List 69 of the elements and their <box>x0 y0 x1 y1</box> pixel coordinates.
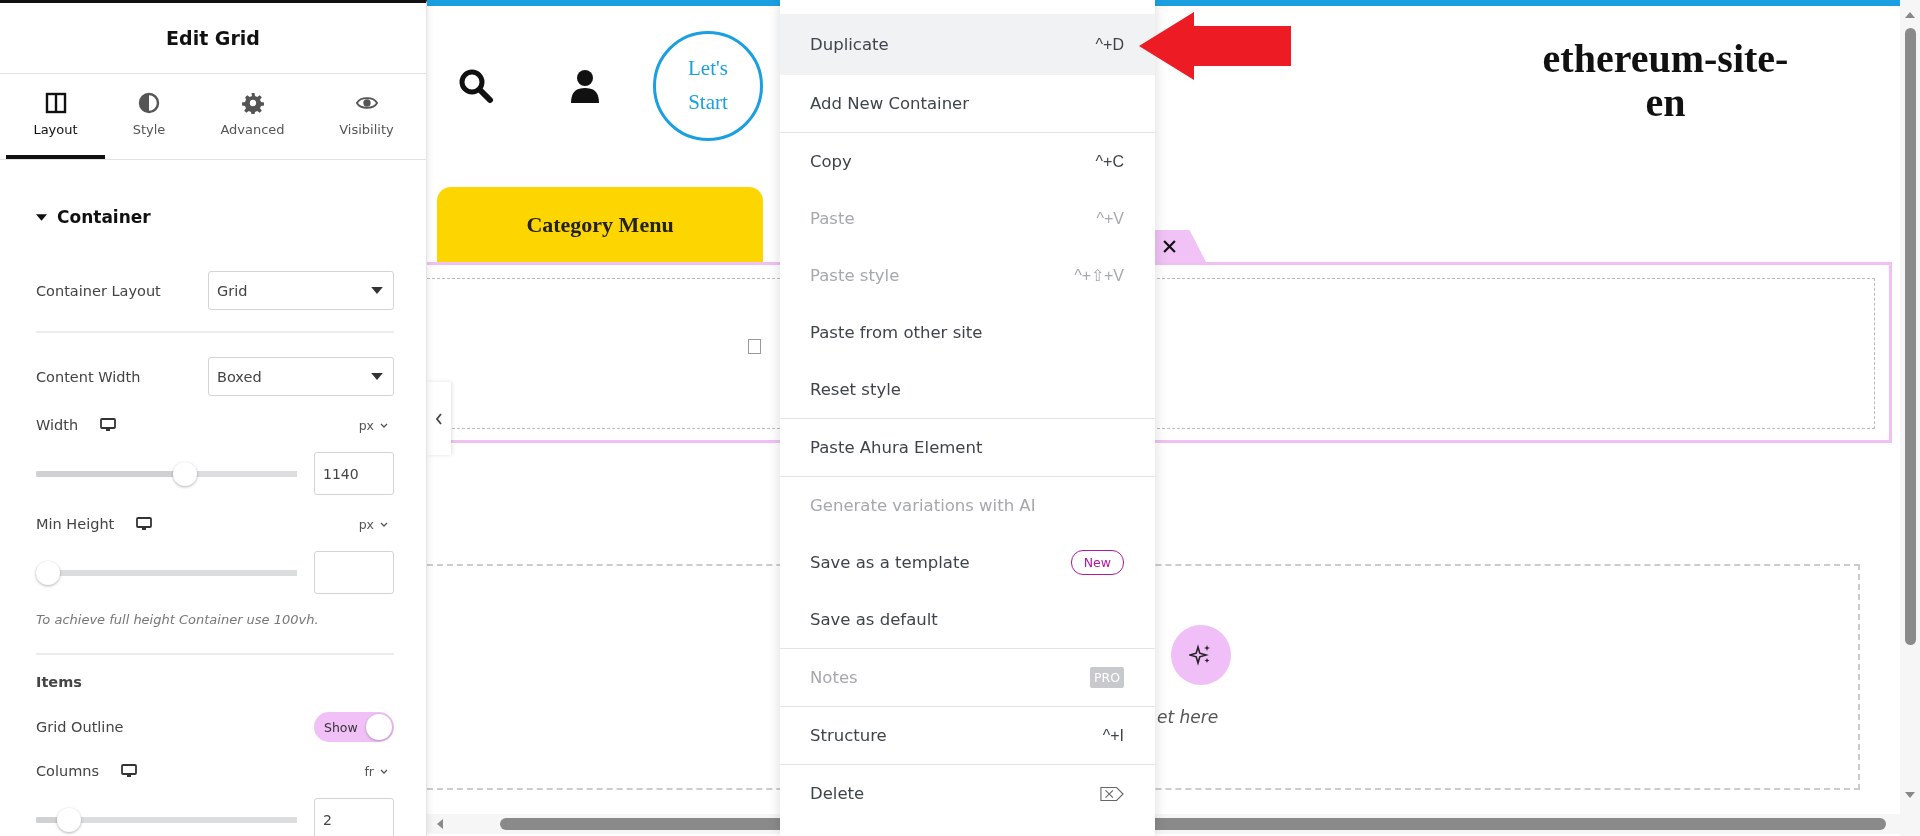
user-icon[interactable] <box>569 69 601 103</box>
unit-selector[interactable]: px <box>358 516 374 532</box>
chevron-down-icon[interactable] <box>380 422 388 428</box>
vertical-scrollbar[interactable] <box>1900 0 1920 836</box>
control-label: Width <box>36 417 79 433</box>
menu-item[interactable]: Copy ^+C <box>780 133 1155 190</box>
close-icon[interactable] <box>1163 239 1176 253</box>
control-label: Grid Outline <box>36 719 124 735</box>
number-field[interactable]: 2 <box>314 798 394 836</box>
gear-icon <box>241 92 264 114</box>
control-label: Content Width <box>36 368 141 385</box>
caret-down-icon <box>371 287 383 294</box>
drop-hint: et here <box>1157 707 1219 727</box>
shortcut-text: ^+⇧+V <box>1074 266 1124 285</box>
columns-icon <box>44 92 67 114</box>
caret-down-icon <box>36 213 47 221</box>
control-label: Min Height <box>36 516 115 532</box>
chevron-left-icon <box>435 412 443 425</box>
help-text: To achieve full height Container use 100vh. <box>36 612 320 627</box>
monitor-icon[interactable] <box>121 764 138 778</box>
search-icon[interactable] <box>458 68 494 104</box>
category-menu-tab[interactable]: Category Menu <box>437 187 763 262</box>
ai-button[interactable] <box>1171 625 1231 685</box>
scroll-left-icon[interactable] <box>437 819 443 829</box>
scroll-up-icon[interactable] <box>1905 12 1915 18</box>
unit-selector[interactable]: px <box>358 417 374 433</box>
chevron-down-icon[interactable] <box>380 768 388 774</box>
menu-badge: New <box>1070 550 1124 575</box>
menu-item[interactable]: Paste from other site <box>780 304 1155 361</box>
caret-down-icon <box>371 373 383 380</box>
select-field[interactable]: Boxed <box>208 357 394 396</box>
number-field[interactable]: 1140 <box>314 452 394 495</box>
menu-item[interactable]: Add New Container <box>780 75 1155 132</box>
unit-selector[interactable]: fr <box>364 763 374 779</box>
toggle-switch[interactable]: Show <box>314 712 394 742</box>
panel-tab[interactable]: Advanced <box>193 74 312 159</box>
image-placeholder-icon <box>748 339 761 354</box>
chevron-down-icon[interactable] <box>380 521 388 527</box>
slider-thumb[interactable] <box>36 560 60 585</box>
menu-badge: PRO <box>1089 667 1124 688</box>
site-title: ethereum-site-en <box>1541 37 1790 125</box>
panel-tab[interactable]: Style <box>105 74 193 159</box>
shortcut-text: ^+D <box>1095 35 1124 54</box>
scroll-down-icon[interactable] <box>1905 792 1915 798</box>
menu-item[interactable]: Duplicate ^+D <box>780 14 1155 75</box>
select-field[interactable]: Grid <box>208 271 394 310</box>
monitor-icon[interactable] <box>136 517 153 531</box>
shortcut-text: ^+C <box>1095 152 1124 171</box>
menu-item[interactable]: Save as a template New <box>780 534 1155 591</box>
monitor-icon[interactable] <box>100 418 117 432</box>
menu-item[interactable]: Save as default <box>780 591 1155 648</box>
collapse-handle[interactable] <box>427 382 451 455</box>
shortcut-text: ^+V <box>1096 209 1124 228</box>
section-title[interactable]: Container <box>57 207 151 227</box>
control-label: Columns <box>36 763 100 779</box>
menu-item[interactable]: Structure ^+I <box>780 707 1155 764</box>
menu-item[interactable]: Reset style <box>780 361 1155 418</box>
group-heading: Items <box>36 674 83 690</box>
panel-tab[interactable]: Layout <box>6 74 105 159</box>
control-label: Container Layout <box>36 282 161 299</box>
slider-thumb[interactable] <box>57 807 82 832</box>
shortcut-text: ^+I <box>1102 726 1124 745</box>
panel-title: Edit Grid <box>166 27 260 49</box>
number-field[interactable] <box>314 551 394 594</box>
contrast-icon <box>138 92 160 114</box>
menu-item[interactable]: Delete <box>780 765 1155 822</box>
slider-thumb[interactable] <box>173 461 198 486</box>
menu-item[interactable]: Paste Ahura Element <box>780 419 1155 476</box>
panel-tab[interactable]: Visibility <box>312 74 421 159</box>
